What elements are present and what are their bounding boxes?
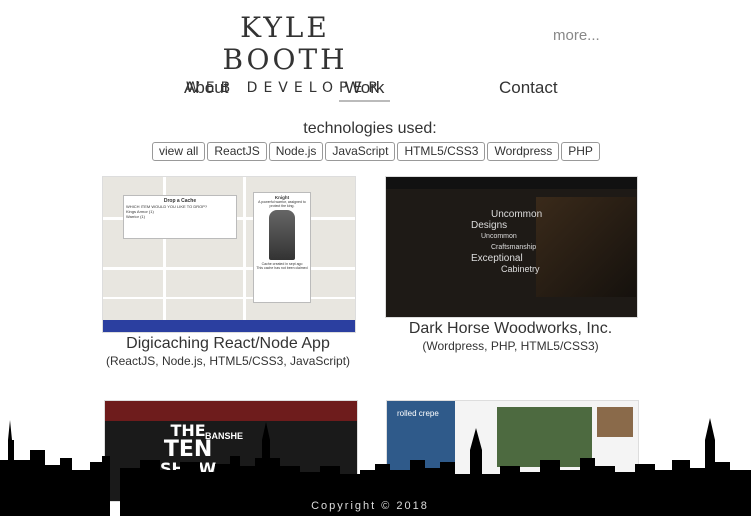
- hero-line: Uncommon: [481, 233, 517, 240]
- drop-cache-modal: Drop a Cache WHICH ITEM WOULD YOU LIKE T…: [123, 195, 237, 239]
- nav-work[interactable]: Work: [339, 78, 391, 102]
- map-road: [103, 297, 355, 299]
- knight-card-footer: This cache has not been claimed: [256, 266, 308, 270]
- filter-php[interactable]: PHP: [561, 142, 600, 161]
- technologies-title: technologies used:: [303, 120, 437, 137]
- copyright: Copyright © 2018: [311, 500, 429, 512]
- more-link[interactable]: more...: [553, 27, 600, 44]
- project-thumbnail-digicaching[interactable]: Drop a Cache WHICH ITEM WOULD YOU LIKE T…: [102, 176, 356, 333]
- project-thumbnail-darkhorse[interactable]: Uncommon Designs Uncommon Craftsmanship …: [385, 176, 638, 318]
- hero-line: Cabinetry: [501, 264, 540, 274]
- knight-figure-icon: [269, 210, 295, 260]
- technology-filters: view all ReactJS Node.js JavaScript HTML…: [152, 142, 600, 161]
- brand-name: KYLE BOOTH: [222, 11, 348, 76]
- nav-about[interactable]: About: [184, 78, 228, 98]
- project-title[interactable]: Digicaching React/Node App: [102, 335, 354, 353]
- modal-option: Warrior (1): [126, 214, 145, 219]
- knight-card-desc: A powerful warrior, assigned to protect …: [258, 200, 306, 208]
- app-bottom-bar: [103, 320, 355, 332]
- cabinet-image: [536, 197, 636, 297]
- filter-nodejs[interactable]: Node.js: [268, 142, 324, 161]
- knight-card: Knight A powerful warrior, assigned to p…: [253, 192, 311, 303]
- filter-javascript[interactable]: JavaScript: [325, 142, 396, 161]
- city-skyline: [0, 418, 751, 516]
- map-road: [103, 267, 355, 270]
- filter-view-all[interactable]: view all: [152, 142, 206, 161]
- nav-contact[interactable]: Contact: [499, 78, 558, 98]
- filter-reactjs[interactable]: ReactJS: [207, 142, 267, 161]
- hero-text: Uncommon Designs Uncommon Craftsmanship …: [471, 209, 542, 275]
- hero-line: Uncommon: [491, 209, 543, 220]
- filter-html5-css3[interactable]: HTML5/CSS3: [397, 142, 486, 161]
- map-road: [243, 177, 246, 332]
- site-nav-bar: [386, 177, 637, 189]
- filter-wordpress[interactable]: Wordpress: [487, 142, 560, 161]
- project-title[interactable]: Dark Horse Woodworks, Inc.: [385, 320, 636, 338]
- hero-line: Craftsmanship: [491, 244, 537, 251]
- hero-line: Exceptional: [471, 253, 523, 264]
- hero-line: Designs: [471, 220, 508, 231]
- project-tech: (ReactJS, Node.js, HTML5/CSS3, JavaScrip…: [105, 354, 351, 368]
- project-tech: (Wordpress, PHP, HTML5/CSS3): [422, 339, 599, 353]
